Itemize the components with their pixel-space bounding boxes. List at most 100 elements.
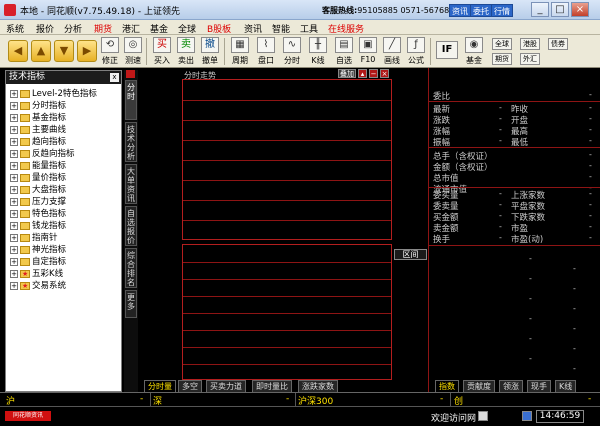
- expand-icon[interactable]: +: [10, 246, 18, 254]
- menu-tools[interactable]: 工具: [300, 22, 318, 35]
- tree-item[interactable]: + 钱龙指标: [10, 220, 97, 232]
- network-icon[interactable]: [522, 411, 532, 421]
- menu-news[interactable]: 资讯: [244, 22, 262, 35]
- message-icon[interactable]: [478, 411, 488, 421]
- f10-icon: ▣: [359, 37, 377, 53]
- expand-icon[interactable]: +: [10, 234, 18, 242]
- expand-icon[interactable]: +: [10, 198, 18, 206]
- formula-button[interactable]: ƒ 公式: [404, 36, 428, 67]
- zoom-out-icon[interactable]: −: [369, 69, 378, 78]
- tree-item[interactable]: + 分时指标: [10, 100, 97, 112]
- range-button[interactable]: 区间: [394, 249, 427, 260]
- vtab-ranking[interactable]: 综合排名: [125, 248, 137, 288]
- vtab-watchlist[interactable]: 自选报价: [125, 206, 137, 246]
- expand-icon[interactable]: +: [10, 90, 18, 98]
- tree-item[interactable]: + 自定指标: [10, 256, 97, 268]
- kline-button[interactable]: ╫ K线: [306, 36, 330, 67]
- menu-futures[interactable]: 期货: [94, 22, 112, 35]
- menu-fund[interactable]: 基金: [150, 22, 168, 35]
- menu-system[interactable]: 系统: [6, 22, 24, 35]
- expand-icon[interactable]: +: [10, 114, 18, 122]
- tree-item[interactable]: +交易系统: [10, 280, 97, 292]
- tab-index[interactable]: 指数: [435, 380, 459, 392]
- tab-buy-sell-force[interactable]: 买卖力道: [206, 380, 246, 392]
- cancel-order-button[interactable]: 撤 撤单: [198, 36, 222, 67]
- tree-item[interactable]: + 基金指标: [10, 112, 97, 124]
- vtab-timeshare[interactable]: 分时: [125, 80, 137, 120]
- forex-button[interactable]: 外汇: [520, 53, 540, 65]
- tab-long-short[interactable]: 多空: [178, 380, 202, 392]
- expand-icon[interactable]: +: [10, 138, 18, 146]
- tab-leaders[interactable]: 领涨: [499, 380, 523, 392]
- tab-volume[interactable]: 分时量: [144, 380, 176, 392]
- minimize-icon[interactable]: _: [531, 2, 549, 17]
- vtab-technical[interactable]: 技术分析: [125, 122, 137, 162]
- close-icon[interactable]: x: [110, 73, 119, 82]
- overlay-button[interactable]: 叠加: [338, 69, 356, 78]
- quote-button[interactable]: 行情: [491, 4, 513, 17]
- expand-icon[interactable]: +: [10, 282, 18, 290]
- menu-b-shares[interactable]: B股板: [207, 22, 231, 35]
- maximize-icon[interactable]: □: [551, 2, 569, 17]
- expand-icon[interactable]: +: [10, 210, 18, 218]
- menu-analysis[interactable]: 分析: [64, 22, 82, 35]
- menu-online-service[interactable]: 在线服务: [328, 22, 364, 35]
- menu-smart[interactable]: 智能: [272, 22, 290, 35]
- expand-icon[interactable]: +: [10, 222, 18, 230]
- timeshare-button[interactable]: ∿ 分时: [280, 36, 304, 67]
- vertical-tab-strip: 分时 技术分析 大单资讯 自选报价 综合排名 更多: [124, 70, 138, 392]
- menu-global[interactable]: 全球: [178, 22, 196, 35]
- down-arrow-icon[interactable]: ▼: [54, 40, 74, 62]
- bond-button[interactable]: 债券: [548, 38, 568, 50]
- expand-icon[interactable]: +: [10, 126, 18, 134]
- tree-item[interactable]: + Level-2特色指标: [10, 88, 97, 100]
- expand-icon[interactable]: +: [10, 270, 18, 278]
- tree-item[interactable]: + 能量指标: [10, 160, 97, 172]
- expand-icon[interactable]: +: [10, 150, 18, 158]
- collapse-icon[interactable]: [126, 70, 135, 78]
- expand-icon[interactable]: +: [10, 162, 18, 170]
- speed-test-button[interactable]: ◎ 测速: [121, 36, 145, 67]
- expand-icon[interactable]: +: [10, 102, 18, 110]
- news-button[interactable]: 资讯: [449, 4, 471, 17]
- expand-icon[interactable]: +: [10, 258, 18, 266]
- forward-arrow-icon[interactable]: ▲: [31, 40, 51, 62]
- close-icon[interactable]: ×: [380, 69, 389, 78]
- expand-icon[interactable]: +: [10, 186, 18, 194]
- tab-current-volume[interactable]: 现手: [527, 380, 551, 392]
- tree-item[interactable]: + 神光指标: [10, 244, 97, 256]
- menu-quote[interactable]: 报价: [36, 22, 54, 35]
- timeshare-chart[interactable]: 分时走势 叠加 ▴ − × 区间 分时量 多空 买卖力道 即时量比 涨跌家数: [140, 68, 428, 392]
- trade-button[interactable]: 委托: [470, 4, 492, 17]
- tree-item[interactable]: + 主要曲线: [10, 124, 97, 136]
- close-icon[interactable]: ×: [571, 2, 589, 17]
- quote-label: 市盈(动): [511, 235, 544, 245]
- welcome-text[interactable]: 欢迎访问网: [431, 411, 476, 424]
- period-button[interactable]: ▦ 周期: [228, 36, 252, 67]
- tab-volume-ratio[interactable]: 即时量比: [252, 380, 292, 392]
- hk-stock-button[interactable]: 港股: [520, 38, 540, 50]
- tree-item[interactable]: + 大盘指标: [10, 184, 97, 196]
- futures-button[interactable]: 期货: [492, 53, 512, 65]
- global-button[interactable]: 全球: [492, 38, 512, 50]
- tab-advance-decline[interactable]: 涨跌家数: [298, 380, 338, 392]
- tab-contribution[interactable]: 贡献度: [463, 380, 495, 392]
- orderbook-button[interactable]: ⌇ 盘口: [254, 36, 278, 67]
- brand-logo: 同花顺资讯: [5, 411, 51, 421]
- tree-item[interactable]: + 反趋向指标: [10, 148, 97, 160]
- menu-hk[interactable]: 港汇: [122, 22, 140, 35]
- vtab-big-order[interactable]: 大单资讯: [125, 164, 137, 204]
- tree-item[interactable]: + 特色指标: [10, 208, 97, 220]
- if-button[interactable]: IF: [436, 41, 458, 59]
- tree-item[interactable]: + 指南针: [10, 232, 97, 244]
- zoom-in-icon[interactable]: ▴: [358, 69, 367, 78]
- vtab-more[interactable]: 更多: [125, 290, 137, 318]
- tree-item[interactable]: +五彩K线: [10, 268, 97, 280]
- tree-item[interactable]: + 压力支撑: [10, 196, 97, 208]
- back-arrow-icon[interactable]: ◀: [8, 40, 28, 62]
- tree-item[interactable]: + 趋向指标: [10, 136, 97, 148]
- expand-icon[interactable]: +: [10, 174, 18, 182]
- tree-item[interactable]: + 量价指标: [10, 172, 97, 184]
- tab-kline[interactable]: K线: [555, 380, 577, 392]
- fund-button[interactable]: ◉ 基金: [462, 36, 486, 67]
